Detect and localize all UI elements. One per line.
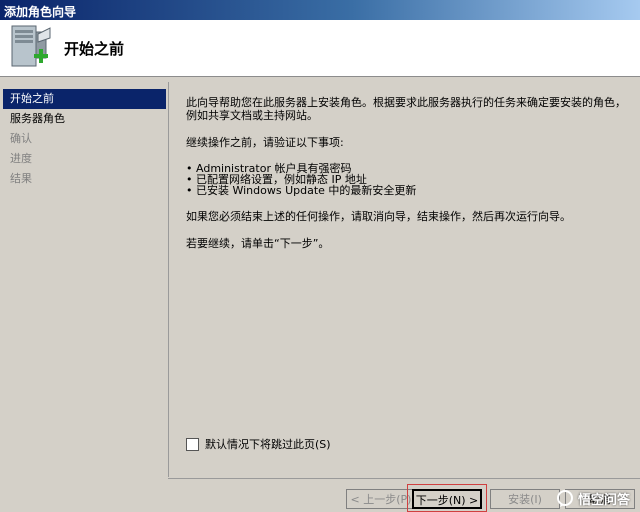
server-add-icon [11, 25, 51, 67]
chat-bubble-icon [556, 489, 573, 507]
continue-note: 若要继续，请单击“下一步”。 [186, 237, 330, 250]
step-before-you-begin[interactable]: 开始之前 [3, 89, 166, 109]
step-server-roles[interactable]: 服务器角色 [0, 109, 168, 129]
wizard-steps-sidebar: 开始之前 服务器角色 确认 进度 结果 [0, 82, 168, 512]
wizard-header: 开始之前 [0, 20, 640, 77]
step-confirmation: 确认 [10, 132, 32, 145]
watermark: 悟空问答 [556, 489, 630, 508]
skip-page-option[interactable]: 默认情况下将跳过此页(S) [186, 436, 331, 452]
cancel-note: 如果您必须结束上述的任何操作，请取消向导，结束操作，然后再次运行向导。 [186, 210, 571, 223]
button-separator [168, 478, 640, 479]
title-bar: 添加角色向导 [0, 0, 640, 20]
checklist-item: 已安装 Windows Update 中的最新安全更新 [186, 185, 632, 196]
wizard-content: 此向导帮助您在此服务器上安装角色。根据要求此服务器执行的任务来确定要安装的角色，… [186, 96, 632, 264]
skip-page-checkbox[interactable] [186, 437, 199, 451]
checklist-heading: 继续操作之前，请验证以下事项: [186, 136, 344, 149]
checklist: Administrator 帐户具有强密码 已配置网络设置，例如静态 IP 地址… [186, 163, 632, 196]
install-button: 安装(I) [490, 489, 560, 509]
window-title: 添加角色向导 [4, 5, 77, 19]
watermark-text: 悟空问答 [577, 493, 630, 508]
previous-button: < 上一步(P) [346, 489, 416, 509]
step-results: 结果 [10, 172, 32, 185]
sidebar-divider [168, 82, 169, 477]
step-progress: 进度 [10, 152, 32, 165]
next-button[interactable]: 下一步(N) > [412, 489, 482, 509]
intro-text: 此向导帮助您在此服务器上安装角色。根据要求此服务器执行的任务来确定要安装的角色，… [186, 96, 626, 122]
skip-page-label[interactable]: 默认情况下将跳过此页(S) [205, 436, 331, 452]
page-title: 开始之前 [64, 40, 125, 58]
